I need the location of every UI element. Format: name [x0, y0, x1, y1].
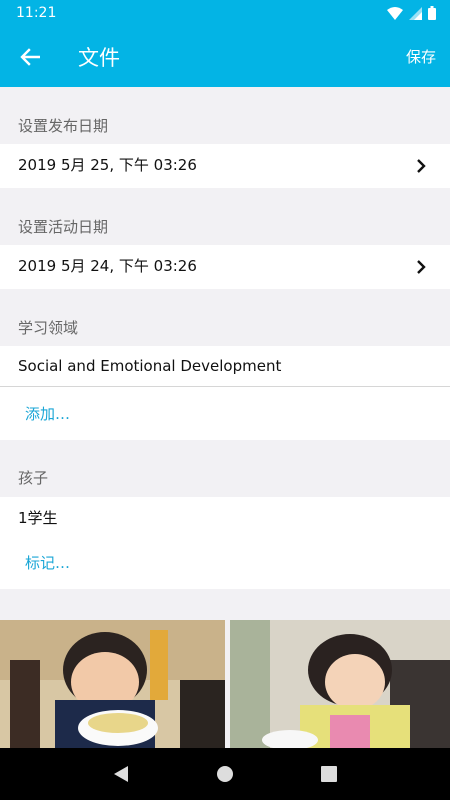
wifi-icon — [387, 6, 403, 20]
app-bar: 文件 保存 — [0, 26, 450, 87]
page-title: 文件 — [78, 45, 120, 70]
children-value[interactable]: 1学生 — [18, 507, 58, 528]
photo-2[interactable] — [230, 620, 450, 750]
back-button[interactable] — [0, 26, 60, 87]
photo-1[interactable] — [0, 620, 225, 750]
nav-recents-icon[interactable] — [320, 766, 337, 782]
nav-back-icon[interactable] — [113, 765, 129, 783]
signal-icon — [409, 6, 422, 20]
publish-date-value: 2019 5月 25, 下午 03:26 — [18, 156, 197, 174]
children-card: 1学生 标记… — [0, 497, 450, 589]
chevron-right-icon — [417, 159, 426, 173]
battery-icon — [428, 6, 436, 20]
activity-date-label: 设置活动日期 — [18, 218, 109, 236]
divider — [0, 386, 450, 387]
system-nav-bar — [0, 748, 450, 800]
activity-date-row[interactable]: 2019 5月 24, 下午 03:26 — [0, 245, 450, 289]
save-button[interactable]: 保存 — [406, 46, 436, 67]
activity-date-value: 2019 5月 24, 下午 03:26 — [18, 257, 197, 275]
publish-date-label: 设置发布日期 — [18, 117, 109, 135]
child-eating-photo-icon — [230, 620, 450, 750]
chevron-right-icon — [417, 260, 426, 274]
tag-children-button[interactable]: 标记… — [25, 552, 70, 573]
status-bar: 11:21 — [0, 0, 450, 26]
child-eating-photo-icon — [0, 620, 225, 750]
learning-areas-card: Social and Emotional Development 添加… — [0, 346, 450, 440]
arrow-back-icon — [20, 47, 40, 66]
children-label: 孩子 — [18, 469, 49, 487]
publish-date-row[interactable]: 2019 5月 25, 下午 03:26 — [0, 144, 450, 188]
status-time: 11:21 — [16, 5, 57, 21]
learning-area-item[interactable]: Social and Emotional Development — [18, 357, 281, 375]
learning-areas-label: 学习领域 — [18, 319, 79, 337]
add-learning-area-button[interactable]: 添加… — [25, 403, 70, 424]
status-icons — [387, 6, 436, 20]
nav-home-icon[interactable] — [216, 765, 234, 783]
